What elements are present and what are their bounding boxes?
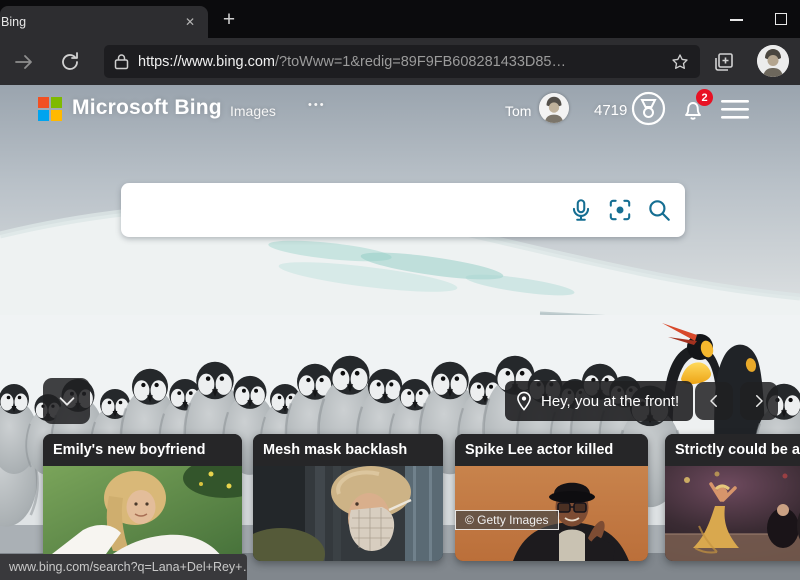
- rewards-medal-icon[interactable]: [631, 91, 666, 126]
- browser-window: Bing ✕ + https://www.bing.com/?toWww=1&r…: [0, 0, 800, 580]
- news-card-title: Mesh mask backlash: [253, 434, 443, 466]
- news-card-title: Strictly could be ax: [665, 434, 800, 466]
- forward-icon[interactable]: [12, 50, 36, 74]
- news-card-image: [43, 466, 242, 561]
- bing-homepage: Microsoft Bing Images ••• Tom 4719 2: [0, 85, 800, 580]
- new-tab-button[interactable]: +: [216, 7, 242, 33]
- url-bar[interactable]: https://www.bing.com/?toWww=1&redig=89F9…: [104, 45, 700, 78]
- titlebar: Bing ✕ +: [0, 0, 800, 38]
- url-text: https://www.bing.com/?toWww=1&redig=89F9…: [138, 54, 670, 70]
- ms-logo-green-square: [51, 97, 62, 108]
- browser-tab[interactable]: Bing ✕: [0, 6, 208, 38]
- news-card[interactable]: Strictly could be ax: [665, 434, 800, 561]
- collections-icon[interactable]: [712, 50, 736, 74]
- news-card[interactable]: Spike Lee actor killed: [455, 434, 648, 561]
- tab-close-icon[interactable]: ✕: [180, 12, 200, 32]
- chevron-left-icon: [705, 392, 723, 410]
- nav-images[interactable]: Images: [230, 103, 276, 119]
- news-card-image: [253, 466, 443, 561]
- carousel-next-button[interactable]: [740, 382, 778, 420]
- url-path: /?toWww=1&redig=89F9FB608281433D85…: [275, 54, 566, 70]
- news-card-image: [665, 466, 800, 561]
- notification-badge: 2: [696, 89, 713, 106]
- favorite-star-icon[interactable]: [670, 52, 690, 72]
- microsoft-logo-icon[interactable]: [38, 97, 62, 121]
- search-input[interactable]: [121, 183, 568, 237]
- news-card[interactable]: Mesh mask backlash: [253, 434, 443, 561]
- chevron-down-icon: [56, 390, 78, 412]
- mic-icon[interactable]: [568, 197, 594, 223]
- url-host: https://www.bing.com: [138, 54, 275, 70]
- hide-news-button[interactable]: [43, 378, 90, 424]
- user-name[interactable]: Tom: [505, 103, 531, 119]
- refresh-icon[interactable]: [58, 50, 82, 74]
- profile-photo-icon: [757, 45, 789, 77]
- news-card-image: © Getty Images: [455, 466, 648, 561]
- visual-search-icon[interactable]: [607, 197, 633, 223]
- image-credit: © Getty Images: [455, 510, 559, 530]
- news-card-title: Spike Lee actor killed: [455, 434, 648, 466]
- chevron-right-icon: [750, 392, 768, 410]
- search-icon[interactable]: [646, 197, 672, 223]
- minimize-icon[interactable]: [730, 19, 743, 21]
- hotspot-tooltip[interactable]: Hey, you at the front!: [505, 381, 693, 421]
- user-photo-icon: [539, 93, 569, 123]
- profile-avatar[interactable]: [757, 45, 789, 77]
- ms-logo-yellow-square: [51, 110, 62, 121]
- news-card[interactable]: Emily's new boyfriend: [43, 434, 242, 561]
- hamburger-menu-icon[interactable]: [721, 100, 749, 120]
- status-link-text: www.bing.com/search?q=Lana+Del+Rey+…: [9, 560, 247, 574]
- user-avatar[interactable]: [539, 93, 569, 123]
- tab-title: Bing: [0, 15, 180, 29]
- more-menu-icon[interactable]: •••: [308, 99, 326, 111]
- maximize-icon[interactable]: [775, 13, 787, 25]
- carousel-prev-button[interactable]: [695, 382, 733, 420]
- search-bar: [121, 183, 685, 237]
- rewards-points[interactable]: 4719: [594, 102, 627, 119]
- toolbar: https://www.bing.com/?toWww=1&redig=89F9…: [0, 38, 800, 85]
- ms-logo-blue-square: [38, 110, 49, 121]
- news-card-title: Emily's new boyfriend: [43, 434, 242, 466]
- ms-logo-red-square: [38, 97, 49, 108]
- status-bar: www.bing.com/search?q=Lana+Del+Rey+…: [0, 554, 247, 580]
- brand-title[interactable]: Microsoft Bing: [72, 96, 222, 120]
- location-pin-icon: [515, 391, 533, 411]
- tooltip-text: Hey, you at the front!: [541, 393, 679, 410]
- lock-icon: [114, 53, 129, 70]
